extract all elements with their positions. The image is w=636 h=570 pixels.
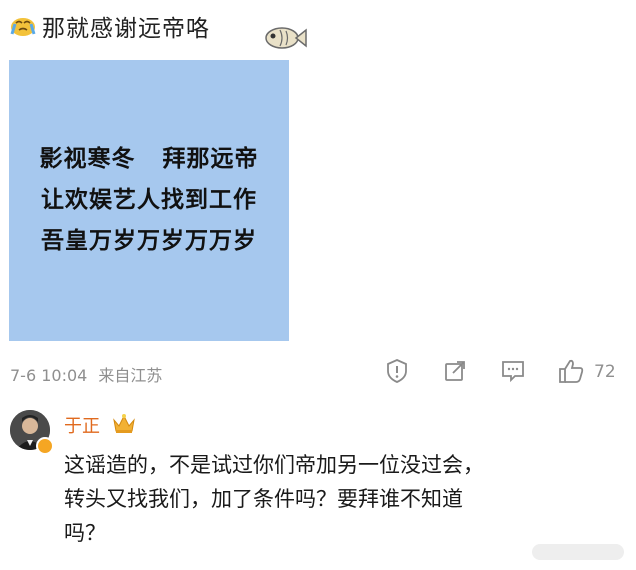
post-header: 那就感谢远帝咯 (10, 8, 210, 44)
image-text-line-1: 影视寒冬 拜那远帝 (39, 146, 259, 172)
post-text: 那就感谢远帝咯 (42, 16, 210, 42)
comment-button[interactable] (498, 356, 528, 386)
post-source: 来自江苏 (98, 366, 163, 385)
comment-author[interactable]: 于正 (64, 412, 100, 438)
image-text-line-3: 吾皇万岁万岁万万岁 (41, 228, 257, 254)
verified-badge-icon (36, 437, 54, 455)
post-image[interactable]: 影视寒冬 拜那远帝 让欢娱艺人找到工作 吾皇万岁万岁万万岁 (9, 60, 289, 341)
comment-line-1: 这谣造的，不是试过你们帝加另一位没过会， (64, 453, 484, 477)
watermark-icon (532, 544, 624, 560)
share-icon (445, 361, 465, 381)
like-button[interactable] (556, 356, 586, 386)
crown-icon (113, 414, 135, 433)
comment-icon (502, 361, 524, 383)
share-button[interactable] (440, 356, 470, 386)
crying-face-emoji-icon (10, 18, 36, 36)
post-time: 7-6 10:04 (10, 366, 88, 385)
report-button[interactable] (382, 356, 412, 386)
shield-alert-icon (387, 359, 407, 383)
image-text-line-2: 让欢娱艺人找到工作 (41, 187, 257, 213)
comment-text: 这谣造的，不是试过你们帝加另一位没过会， 转头又找我们，加了条件吗？要拜谁不知道… (64, 448, 624, 550)
like-count: 72 (594, 362, 616, 382)
thumbs-up-icon (559, 359, 584, 383)
comment-line-2: 转头又找我们，加了条件吗？要拜谁不知道 (64, 487, 463, 511)
fish-emoji-icon (265, 27, 307, 49)
post-meta: 7-6 10:04 来自江苏 (10, 362, 168, 386)
